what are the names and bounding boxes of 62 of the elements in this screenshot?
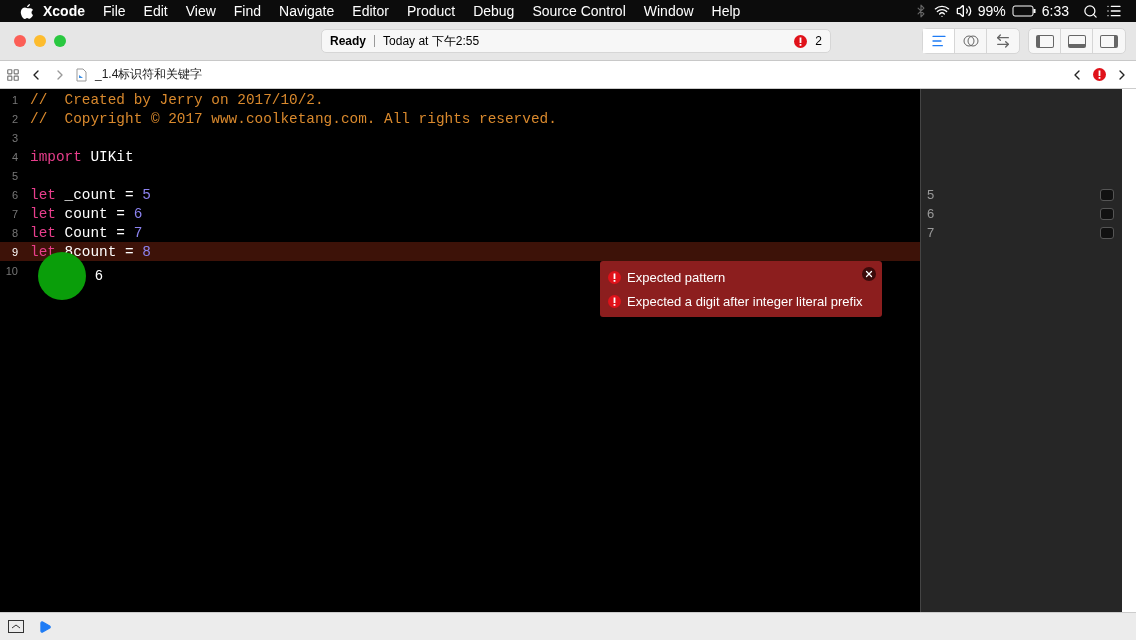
result-value: 7: [927, 225, 935, 240]
close-button[interactable]: [862, 267, 876, 281]
line-number: 9: [10, 245, 19, 258]
show-debug-area-icon[interactable]: [8, 620, 24, 633]
issue-count: 2: [815, 34, 822, 48]
apple-logo-icon[interactable]: [20, 3, 34, 19]
wifi-icon[interactable]: [933, 3, 950, 19]
clock[interactable]: 6:33: [1035, 3, 1075, 19]
error-icon: [1093, 68, 1106, 81]
line-number: 3: [10, 131, 19, 144]
app-menu[interactable]: Xcode: [34, 3, 94, 19]
quick-look-button[interactable]: [1100, 207, 1114, 220]
line-number: 10: [4, 264, 19, 277]
volume-icon[interactable]: [955, 3, 972, 19]
menu-item[interactable]: Edit: [134, 3, 177, 19]
error-icon: [608, 294, 621, 308]
line-number: 7: [10, 207, 19, 220]
menu-item[interactable]: Product: [397, 3, 465, 19]
play-icon[interactable]: [38, 619, 52, 634]
menu-item[interactable]: Debug: [464, 3, 524, 19]
menu-item[interactable]: Window: [634, 3, 703, 19]
file-name[interactable]: _1.4标识符和关键字: [95, 66, 203, 83]
menu-item[interactable]: Navigate: [270, 3, 344, 19]
result-value: 6: [927, 206, 935, 221]
quick-look-button[interactable]: [1100, 226, 1114, 239]
menu-icon[interactable]: [1106, 3, 1122, 19]
menu-item[interactable]: View: [176, 3, 225, 19]
code-line: let _count = 5: [30, 186, 151, 203]
battery-percent: 99%: [976, 3, 1007, 19]
line-number: 5: [10, 169, 19, 182]
code-line: import UIKit: [30, 148, 134, 165]
menu-item[interactable]: Find: [224, 3, 271, 19]
menu-item[interactable]: Help: [702, 3, 750, 19]
line-number: 1: [10, 93, 19, 106]
lines-icon: [930, 33, 947, 49]
code-line: // Created by Jerry on 2017/10/2.: [30, 91, 324, 108]
code-line: // Copyright © 2017 www.coolketang.com. All rights reserved.: [30, 110, 557, 127]
line-number: 8: [10, 226, 19, 239]
tap-label: 6: [95, 267, 103, 283]
battery-icon[interactable]: [1011, 5, 1036, 17]
swift-file-icon: [76, 67, 87, 82]
error-icon: [608, 270, 621, 284]
error-icon: [794, 34, 808, 48]
overlapping-circles-icon: [961, 33, 980, 49]
quick-look-button[interactable]: [1100, 188, 1114, 201]
code-line: let Count = 7: [30, 224, 143, 241]
two-way-arrows-icon: [995, 33, 1011, 49]
menu-item[interactable]: File: [94, 3, 135, 19]
code-line: let count = 6: [30, 205, 143, 222]
grid-icon[interactable]: [6, 67, 20, 82]
issue-message: Expected pattern: [627, 269, 726, 285]
menu-item[interactable]: Editor: [343, 3, 398, 19]
search-icon[interactable]: [1083, 3, 1098, 19]
menu-item[interactable]: Source Control: [523, 3, 635, 19]
line-number: 4: [10, 150, 19, 163]
result-value: 5: [927, 187, 935, 202]
activity-time: Today at 下午2:55: [383, 32, 480, 50]
build-status: Ready: [330, 34, 367, 48]
issue-message: Expected a digit after integer literal prefix: [627, 293, 863, 309]
line-number: 2: [10, 112, 19, 125]
standard-editor-button[interactable]: [923, 29, 955, 53]
line-number: 6: [10, 188, 19, 201]
